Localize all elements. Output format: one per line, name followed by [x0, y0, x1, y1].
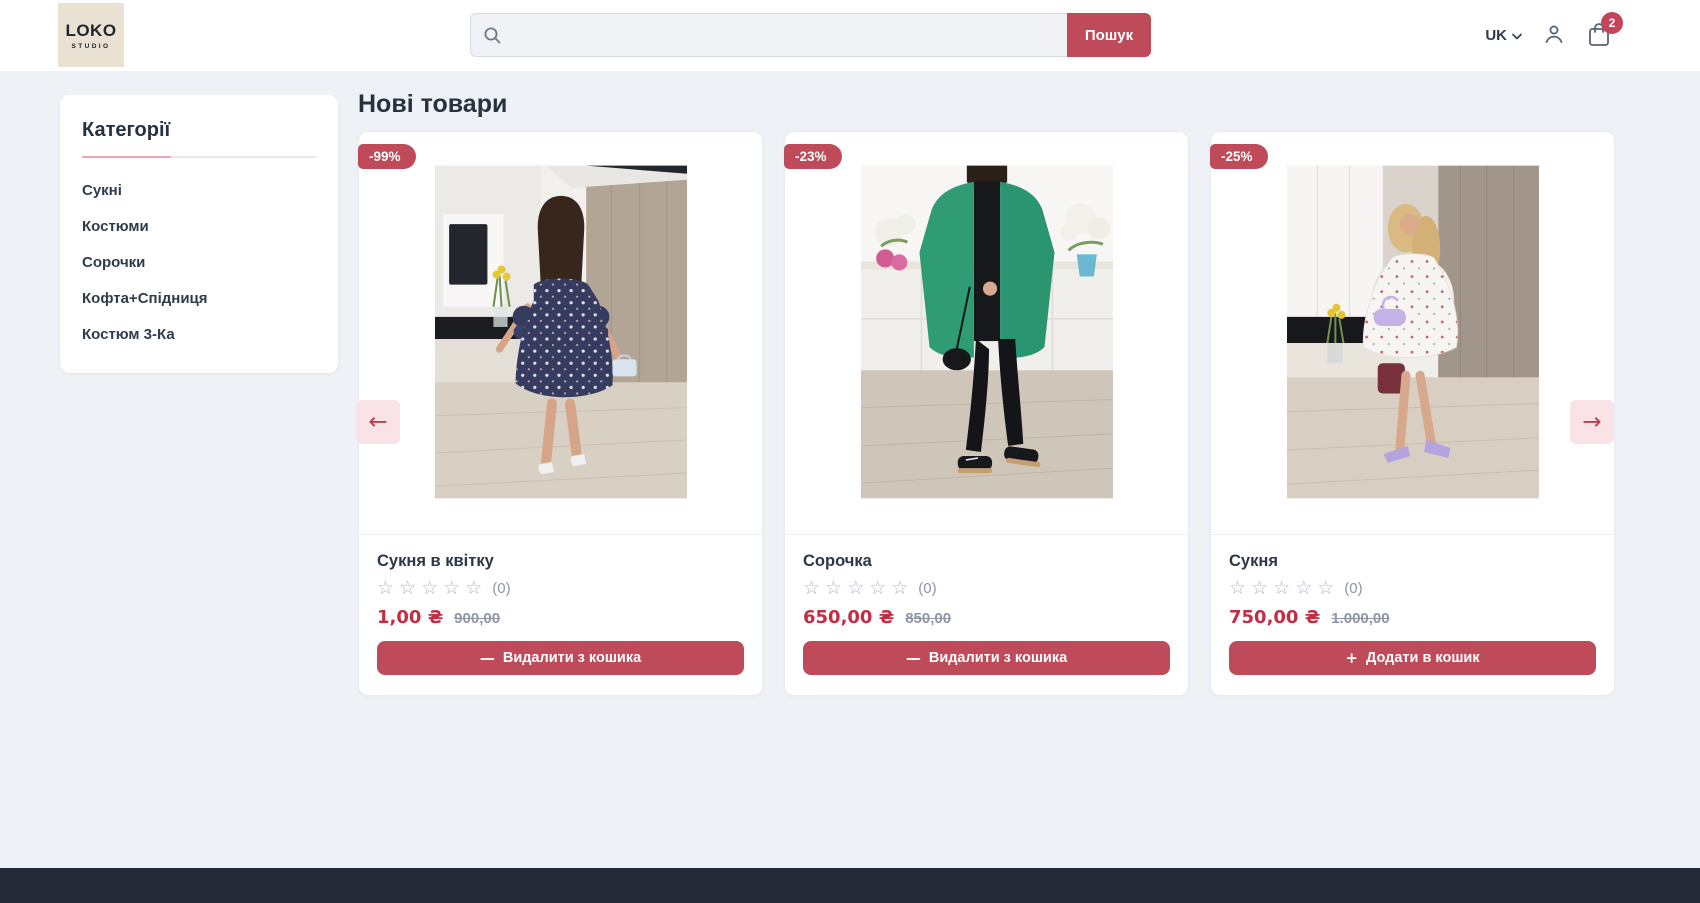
- product-image-area[interactable]: -25%: [1211, 132, 1614, 535]
- sidebar-item-shirts[interactable]: Сорочки: [82, 254, 316, 271]
- price-row: 1,00 ₴ 900,00: [377, 607, 744, 628]
- star-icon: ☆: [803, 579, 820, 598]
- star-icon: ☆: [825, 579, 842, 598]
- product-title[interactable]: Сукня: [1229, 552, 1596, 571]
- carousel-next-button[interactable]: →: [1570, 400, 1614, 444]
- arrow-right-icon: →: [1582, 411, 1601, 434]
- product-info: Сукня в квітку ☆ ☆ ☆ ☆ ☆ (0) 1,00 ₴ 900,…: [359, 535, 762, 675]
- language-label: UK: [1485, 27, 1507, 44]
- sidebar-item-suits[interactable]: Костюми: [82, 218, 316, 235]
- price-row: 750,00 ₴ 1.000,00: [1229, 607, 1596, 628]
- logo[interactable]: LOKO STUDIO: [58, 3, 124, 67]
- star-icon: ☆: [869, 579, 886, 598]
- product-title[interactable]: Сорочка: [803, 552, 1170, 571]
- product-photo-white-dress: [1287, 164, 1539, 500]
- categories-panel: Категорії Сукні Костюми Сорочки Кофта+Сп…: [60, 95, 338, 373]
- rating-count: (0): [1344, 580, 1362, 597]
- product-info: Сорочка ☆ ☆ ☆ ☆ ☆ (0) 650,00 ₴ 850,00 — …: [785, 535, 1188, 675]
- rating-row: ☆ ☆ ☆ ☆ ☆ (0): [803, 579, 1170, 598]
- language-selector[interactable]: UK: [1485, 27, 1522, 44]
- discount-badge: -23%: [784, 144, 842, 169]
- product-title[interactable]: Сукня в квітку: [377, 552, 744, 571]
- price-row: 650,00 ₴ 850,00: [803, 607, 1170, 628]
- currency-symbol: ₴: [1305, 607, 1320, 628]
- old-price: 900,00: [454, 610, 500, 627]
- star-icon: ☆: [421, 579, 438, 598]
- sidebar-item-top-skirt[interactable]: Кофта+Спідниця: [82, 290, 316, 307]
- logo-text-sub: STUDIO: [72, 43, 111, 50]
- categories-underline: [82, 156, 316, 158]
- search-input[interactable]: [470, 13, 1067, 57]
- search-button[interactable]: Пошук: [1067, 13, 1151, 57]
- carousel-prev-button[interactable]: ←: [356, 400, 400, 444]
- currency-symbol: ₴: [428, 607, 443, 628]
- star-icon: ☆: [465, 579, 482, 598]
- old-price: 850,00: [905, 610, 951, 627]
- header-actions: UK: [1485, 0, 1612, 71]
- plus-icon: +: [1345, 651, 1358, 666]
- current-price: 650,00 ₴: [803, 607, 894, 628]
- star-icon: ☆: [1317, 579, 1334, 598]
- product-image-area[interactable]: -99%: [359, 132, 762, 535]
- rating-row: ☆ ☆ ☆ ☆ ☆ (0): [377, 579, 744, 598]
- discount-badge: -99%: [358, 144, 416, 169]
- arrow-left-icon: ←: [368, 411, 387, 434]
- star-icon: ☆: [399, 579, 416, 598]
- remove-from-cart-button[interactable]: — Видалити з кошика: [377, 641, 744, 675]
- search-bar: Пошук: [470, 13, 1151, 57]
- header: LOKO STUDIO Пошук UK: [0, 0, 1700, 71]
- discount-badge: -25%: [1210, 144, 1268, 169]
- rating-count: (0): [918, 580, 936, 597]
- cart-button[interactable]: 2: [1586, 21, 1612, 51]
- star-icon: ☆: [847, 579, 864, 598]
- product-card: -25% Сукня ☆ ☆ ☆ ☆ ☆ (0) 750,00 ₴ 1.000,…: [1210, 131, 1615, 696]
- product-grid: -99% Сукня в квітку ☆ ☆ ☆ ☆ ☆ (0) 1,00 ₴…: [358, 131, 1615, 696]
- remove-from-cart-button[interactable]: — Видалити з кошика: [803, 641, 1170, 675]
- cart-button-label: Додати в кошик: [1366, 650, 1480, 666]
- cart-button-label: Видалити з кошика: [929, 650, 1067, 666]
- sidebar-item-dresses[interactable]: Сукні: [82, 182, 316, 199]
- footer: [0, 868, 1700, 903]
- minus-icon: —: [906, 651, 921, 666]
- product-info: Сукня ☆ ☆ ☆ ☆ ☆ (0) 750,00 ₴ 1.000,00 + …: [1211, 535, 1614, 675]
- currency-symbol: ₴: [879, 607, 894, 628]
- page: LOKO STUDIO Пошук UK: [0, 0, 1700, 903]
- sidebar-item-suit-3[interactable]: Костюм 3-Ка: [82, 326, 316, 343]
- categories-list: Сукні Костюми Сорочки Кофта+Спідниця Кос…: [82, 182, 316, 343]
- current-price: 750,00 ₴: [1229, 607, 1320, 628]
- add-to-cart-button[interactable]: + Додати в кошик: [1229, 641, 1596, 675]
- rating-row: ☆ ☆ ☆ ☆ ☆ (0): [1229, 579, 1596, 598]
- product-image-area[interactable]: -23%: [785, 132, 1188, 535]
- chevron-down-icon: [1512, 27, 1522, 44]
- cart-count-badge: 2: [1601, 12, 1623, 34]
- categories-title: Категорії: [82, 119, 316, 142]
- product-card: -99% Сукня в квітку ☆ ☆ ☆ ☆ ☆ (0) 1,00 ₴…: [358, 131, 763, 696]
- user-icon: [1542, 22, 1566, 49]
- star-icon: ☆: [1273, 579, 1290, 598]
- star-icon: ☆: [443, 579, 460, 598]
- page-title: Нові товари: [358, 90, 507, 119]
- old-price: 1.000,00: [1331, 610, 1389, 627]
- product-photo-green-shirt: [861, 164, 1113, 500]
- minus-icon: —: [480, 651, 495, 666]
- current-price: 1,00 ₴: [377, 607, 443, 628]
- cart-button-label: Видалити з кошика: [503, 650, 641, 666]
- star-icon: ☆: [1251, 579, 1268, 598]
- star-icon: ☆: [1229, 579, 1246, 598]
- star-icon: ☆: [891, 579, 908, 598]
- account-button[interactable]: [1542, 22, 1566, 49]
- star-icon: ☆: [377, 579, 394, 598]
- star-icon: ☆: [1295, 579, 1312, 598]
- logo-text-main: LOKO: [65, 21, 116, 41]
- product-card: -23% Сорочка ☆ ☆ ☆ ☆ ☆ (0) 650,00 ₴ 850,…: [784, 131, 1189, 696]
- rating-count: (0): [492, 580, 510, 597]
- product-photo-floral-navy-dress: [435, 164, 687, 500]
